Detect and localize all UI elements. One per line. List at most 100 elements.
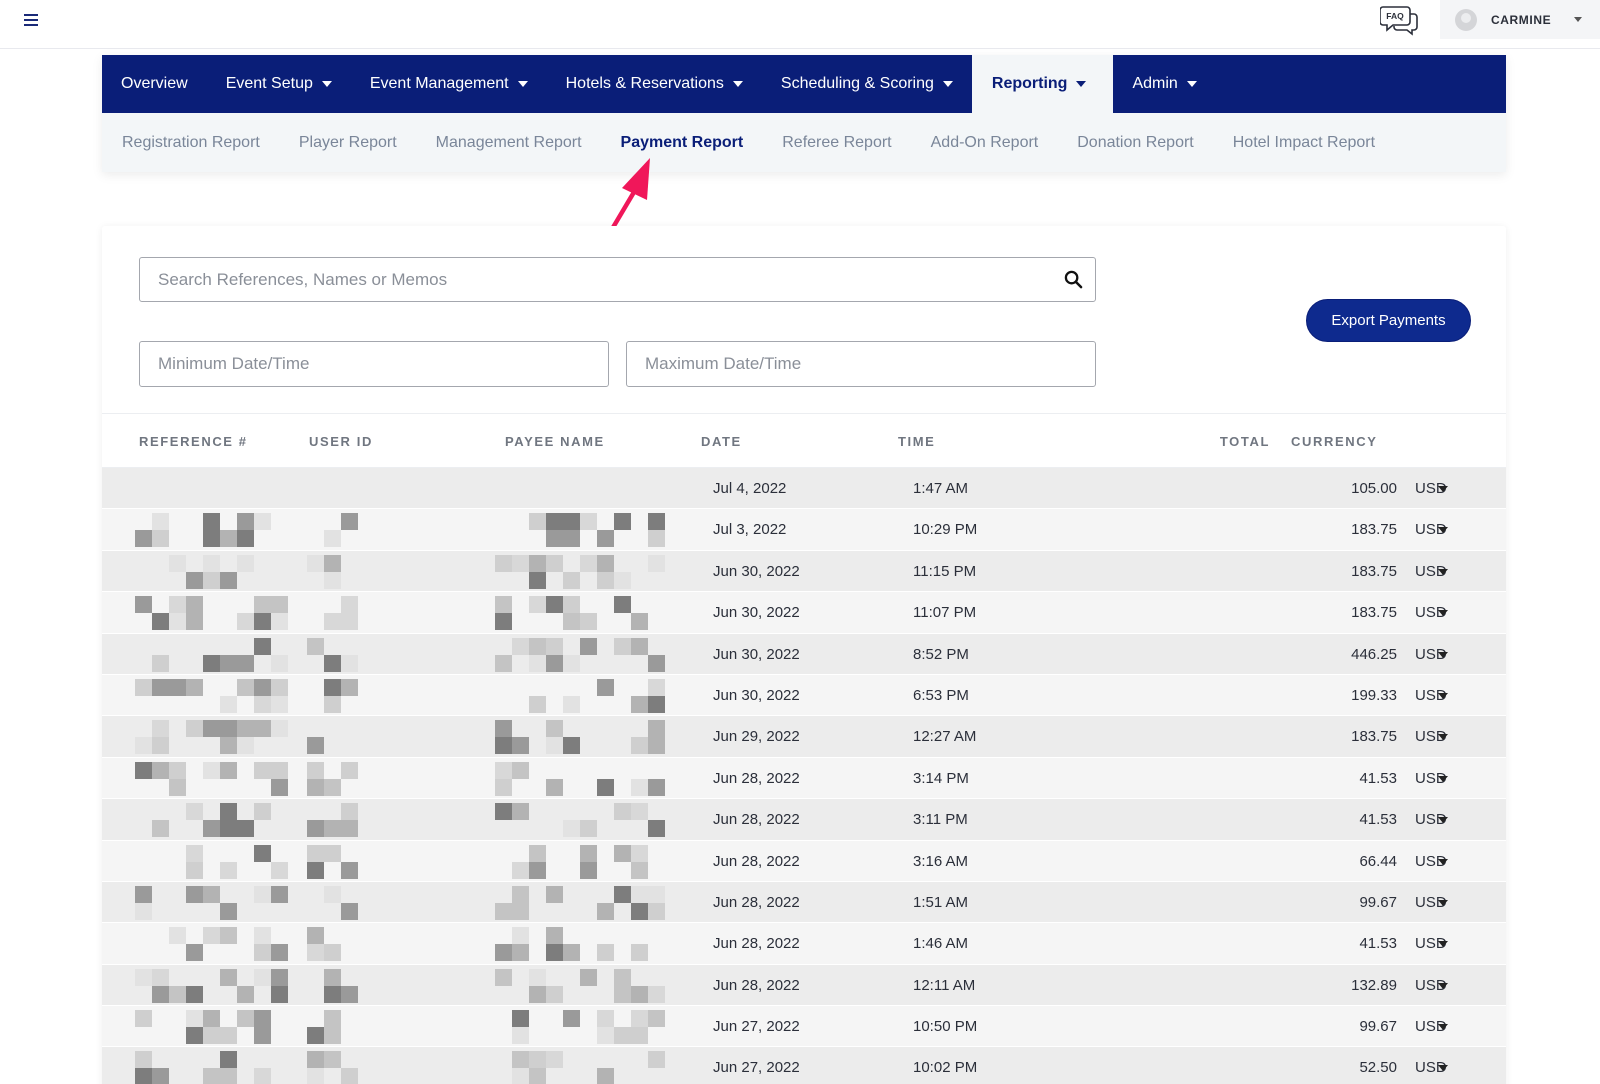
table-row[interactable]: Jul 4, 2022 1:47 AM 105.00 USD [102, 468, 1506, 510]
table-row[interactable]: Jul 3, 2022 10:29 PM 183.75 USD [102, 509, 1506, 551]
export-payments-button[interactable]: Export Payments [1306, 299, 1471, 342]
cell-date: Jun 28, 2022 [713, 852, 800, 870]
table-row[interactable]: Jun 29, 2022 12:27 AM 183.75 USD [102, 716, 1506, 758]
column-header-user-id[interactable]: USER ID [309, 414, 373, 469]
cell-total: 105.00 [1351, 480, 1397, 497]
cell-time: 1:51 AM [913, 893, 969, 911]
nav-item-overview[interactable]: Overview [102, 55, 207, 113]
nav-item-event-management[interactable]: Event Management [351, 55, 547, 113]
cell-total: 446.25 [1351, 645, 1397, 663]
cell-time: 10:29 PM [913, 521, 978, 539]
cell-time: 3:14 PM [913, 769, 969, 787]
table-row[interactable]: Jun 28, 2022 3:14 PM 41.53 USD [102, 757, 1506, 800]
sub-nav-registration-report[interactable]: Registration Report [122, 134, 260, 152]
cell-time: 10:02 PM [913, 1059, 978, 1077]
hamburger-icon[interactable] [24, 14, 38, 26]
cell-date: Jun 30, 2022 [713, 562, 800, 580]
table-row[interactable]: Jun 30, 2022 11:07 PM 183.75 USD [102, 592, 1506, 634]
expand-caret-icon[interactable] [1438, 817, 1448, 824]
top-bar: FAQ CARMINE [0, 0, 1600, 49]
column-header-currency[interactable]: CURRENCY [1291, 414, 1377, 469]
expand-caret-icon[interactable] [1438, 899, 1448, 906]
expand-caret-icon[interactable] [1438, 651, 1448, 658]
min-date-field[interactable] [139, 341, 609, 387]
column-header-date[interactable]: DATE [701, 414, 742, 469]
table-row[interactable]: Jun 28, 2022 1:51 AM 99.67 USD [102, 881, 1506, 924]
cell-date: Jun 28, 2022 [713, 935, 800, 953]
expand-caret-icon[interactable] [1438, 527, 1448, 534]
payments-table-body: Jul 4, 2022 1:47 AM 105.00 USD Jul 3, 2022 10… [102, 468, 1506, 1084]
redacted-cells [102, 799, 674, 840]
redacted-cells [102, 923, 674, 964]
cell-date: Jun 28, 2022 [713, 769, 800, 787]
cell-date: Jun 27, 2022 [713, 1018, 800, 1036]
sub-nav-add-on-report[interactable]: Add-On Report [931, 134, 1039, 152]
nav-item-label: Scheduling & Scoring [780, 75, 934, 92]
sub-nav-hotel-impact-report[interactable]: Hotel Impact Report [1233, 134, 1375, 152]
expand-caret-icon[interactable] [1438, 734, 1448, 741]
caret-down-icon [517, 81, 528, 87]
table-row[interactable]: Jun 28, 2022 3:11 PM 41.53 USD [102, 799, 1506, 841]
max-date-input[interactable] [627, 342, 1095, 386]
user-name: CARMINE [1491, 12, 1552, 27]
expand-caret-icon[interactable] [1438, 568, 1448, 575]
cell-date: Jun 30, 2022 [713, 686, 800, 704]
table-header: REFERENCE # USER ID PAYEE NAME DATE TIME TOTA… [102, 413, 1506, 468]
table-row[interactable]: Jun 30, 2022 6:53 PM 199.33 USD [102, 674, 1506, 717]
nav-card: Overview Event Setup Event Management Hotel… [102, 55, 1506, 172]
table-row[interactable]: Jun 28, 2022 1:46 AM 41.53 USD [102, 923, 1506, 965]
cell-date: Jun 28, 2022 [713, 893, 800, 911]
expand-caret-icon[interactable] [1438, 1065, 1448, 1072]
cell-time: 1:46 AM [913, 935, 969, 953]
cell-date: Jul 4, 2022 [713, 480, 787, 497]
cell-date: Jun 28, 2022 [713, 811, 800, 829]
expand-caret-icon[interactable] [1438, 982, 1448, 989]
column-header-time[interactable]: TIME [898, 414, 935, 469]
sub-nav-payment-report[interactable]: Payment Report [621, 134, 744, 152]
expand-caret-icon[interactable] [1438, 486, 1448, 492]
expand-caret-icon[interactable] [1438, 775, 1448, 782]
expand-caret-icon[interactable] [1438, 858, 1448, 865]
nav-item-reporting[interactable]: Reporting [971, 55, 1114, 113]
column-header-reference[interactable]: REFERENCE # [139, 414, 248, 469]
cell-time: 3:11 PM [913, 811, 968, 829]
faq-icon[interactable]: FAQ [1380, 4, 1420, 36]
cell-total: 132.89 [1351, 976, 1397, 994]
sub-nav-donation-report[interactable]: Donation Report [1077, 134, 1194, 152]
chevron-down-icon [1574, 17, 1582, 22]
cell-time: 11:07 PM [913, 604, 977, 622]
nav-item-admin[interactable]: Admin [1113, 55, 1215, 113]
nav-item-hotels-reservations[interactable]: Hotels & Reservations [547, 55, 762, 113]
caret-down-icon [942, 81, 953, 87]
main-nav: Overview Event Setup Event Management Hotel… [102, 55, 1506, 113]
expand-caret-icon[interactable] [1438, 692, 1448, 699]
expand-caret-icon[interactable] [1438, 941, 1448, 948]
search-icon[interactable] [1064, 270, 1083, 289]
sub-nav-management-report[interactable]: Management Report [436, 134, 582, 152]
faq-label: FAQ [1386, 11, 1404, 21]
column-header-total[interactable]: TOTAL [1162, 414, 1270, 469]
table-row[interactable]: Jun 27, 2022 10:50 PM 99.67 USD [102, 1006, 1506, 1048]
search-field[interactable] [139, 257, 1096, 302]
user-menu[interactable]: CARMINE [1440, 0, 1600, 39]
sub-nav-player-report[interactable]: Player Report [299, 134, 397, 152]
cell-total: 199.33 [1351, 686, 1397, 704]
caret-down-icon [1186, 81, 1197, 87]
sub-nav-referee-report[interactable]: Referee Report [782, 134, 891, 152]
table-row[interactable]: Jun 27, 2022 10:02 PM 52.50 USD [102, 1047, 1506, 1084]
max-date-field[interactable] [626, 341, 1096, 387]
nav-item-event-setup[interactable]: Event Setup [207, 55, 351, 113]
table-row[interactable]: Jun 28, 2022 12:11 AM 132.89 USD [102, 964, 1506, 1007]
table-row[interactable]: Jun 30, 2022 8:52 PM 446.25 USD [102, 633, 1506, 675]
redacted-cells [102, 675, 674, 716]
table-row[interactable]: Jun 30, 2022 11:15 PM 183.75 USD [102, 550, 1506, 593]
cell-total: 183.75 [1351, 521, 1397, 539]
nav-item-label: Event Management [369, 75, 509, 92]
search-input[interactable] [140, 258, 1095, 301]
table-row[interactable]: Jun 28, 2022 3:16 AM 66.44 USD [102, 840, 1506, 882]
expand-caret-icon[interactable] [1438, 1024, 1448, 1031]
min-date-input[interactable] [140, 342, 608, 386]
expand-caret-icon[interactable] [1438, 610, 1448, 617]
column-header-payee-name[interactable]: PAYEE NAME [505, 414, 605, 469]
nav-item-scheduling-scoring[interactable]: Scheduling & Scoring [762, 55, 972, 113]
